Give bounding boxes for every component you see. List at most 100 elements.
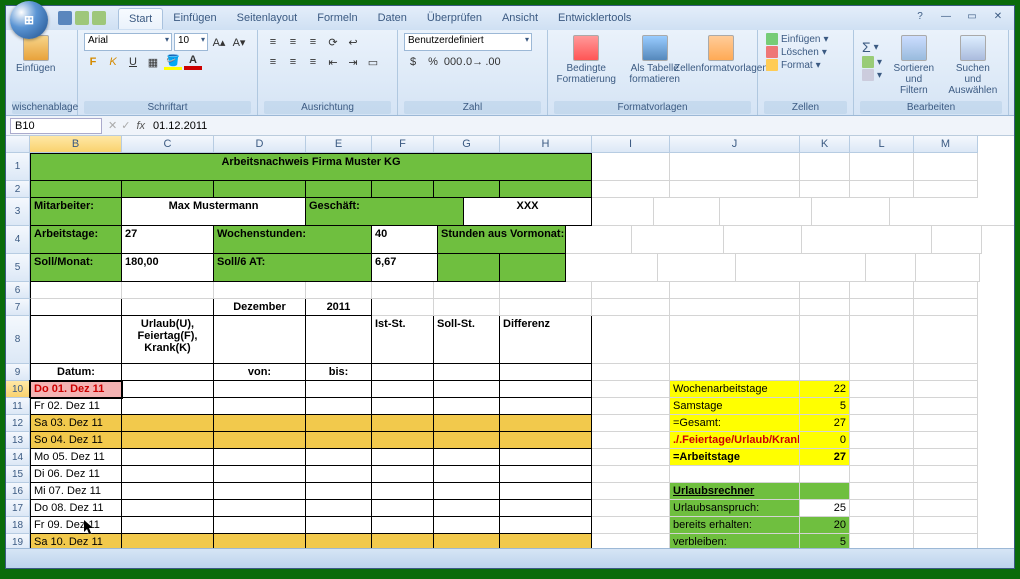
office-button[interactable]: ⊞ <box>10 1 48 39</box>
cell[interactable] <box>214 432 306 449</box>
cell[interactable] <box>30 181 122 198</box>
cell[interactable] <box>800 282 850 299</box>
cell[interactable]: 22 <box>800 381 850 398</box>
cell[interactable] <box>592 500 670 517</box>
cell[interactable] <box>500 534 592 548</box>
cell[interactable] <box>500 466 592 483</box>
cell[interactable] <box>592 449 670 466</box>
cell[interactable] <box>914 364 978 381</box>
cell[interactable] <box>122 500 214 517</box>
cell[interactable] <box>812 198 890 226</box>
cell[interactable] <box>500 500 592 517</box>
cell[interactable] <box>592 466 670 483</box>
cell[interactable] <box>500 282 592 299</box>
orientation-button[interactable]: ⟳ <box>324 33 342 51</box>
paste-button[interactable]: Einfügen <box>12 33 59 76</box>
cell[interactable] <box>372 432 434 449</box>
format-cells-button[interactable]: Format ▾ <box>764 59 831 71</box>
cell[interactable] <box>122 299 214 316</box>
tab-seitenlayout[interactable]: Seitenlayout <box>227 8 308 29</box>
row-header[interactable]: 2 <box>6 181 30 198</box>
cell[interactable] <box>592 198 654 226</box>
column-header[interactable]: L <box>850 136 914 153</box>
cell[interactable] <box>500 449 592 466</box>
cell[interactable] <box>914 153 978 181</box>
cell[interactable] <box>434 517 500 534</box>
close-button[interactable]: ✕ <box>988 11 1008 25</box>
cell[interactable] <box>434 181 500 198</box>
cell[interactable] <box>914 282 978 299</box>
cell[interactable] <box>372 449 434 466</box>
cell[interactable] <box>592 316 670 364</box>
column-header[interactable]: I <box>592 136 670 153</box>
cell[interactable]: von: <box>214 364 306 381</box>
cell[interactable] <box>372 517 434 534</box>
minimize-button[interactable]: — <box>936 11 956 25</box>
cell[interactable] <box>434 500 500 517</box>
cell[interactable] <box>30 282 122 299</box>
cell[interactable] <box>592 364 670 381</box>
cell[interactable] <box>566 254 658 282</box>
cell[interactable] <box>214 381 306 398</box>
cell[interactable]: 0 <box>800 432 850 449</box>
tab-formeln[interactable]: Formeln <box>307 8 367 29</box>
cell[interactable] <box>372 500 434 517</box>
cell[interactable] <box>890 198 1014 226</box>
cell[interactable] <box>306 517 372 534</box>
cell[interactable] <box>914 534 978 548</box>
cell[interactable] <box>914 415 978 432</box>
cell[interactable] <box>306 483 372 500</box>
cell[interactable] <box>306 432 372 449</box>
cell[interactable]: =Gesamt: <box>670 415 800 432</box>
cell[interactable] <box>850 381 914 398</box>
cell[interactable] <box>914 500 978 517</box>
align-center-button[interactable]: ≡ <box>284 53 302 71</box>
cell[interactable] <box>850 483 914 500</box>
cell[interactable]: Fr 02. Dez 11 <box>30 398 122 415</box>
cell-styles-button[interactable]: Zellenformatvorlagen <box>691 33 751 76</box>
cell[interactable] <box>306 466 372 483</box>
cell[interactable] <box>724 226 802 254</box>
qat-undo-icon[interactable] <box>75 11 89 25</box>
cell[interactable] <box>214 415 306 432</box>
cell[interactable] <box>914 517 978 534</box>
cell[interactable] <box>592 534 670 548</box>
maximize-button[interactable]: ▭ <box>962 11 982 25</box>
qat-redo-icon[interactable] <box>92 11 106 25</box>
cell[interactable]: Mo 05. Dez 11 <box>30 449 122 466</box>
column-header[interactable]: C <box>122 136 214 153</box>
cell[interactable] <box>122 449 214 466</box>
cell[interactable]: Soll/Monat: <box>30 254 122 282</box>
cell[interactable] <box>914 181 978 198</box>
cell[interactable]: Max Mustermann <box>122 198 306 226</box>
qat-save-icon[interactable] <box>58 11 72 25</box>
cell[interactable]: Stunden aus Vormonat: <box>438 226 566 254</box>
row-header[interactable]: 7 <box>6 299 30 316</box>
tab-daten[interactable]: Daten <box>368 8 417 29</box>
cell[interactable]: Wochenarbeitstage <box>670 381 800 398</box>
row-header[interactable]: 4 <box>6 226 30 254</box>
align-right-button[interactable]: ≡ <box>304 53 322 71</box>
cell[interactable] <box>372 415 434 432</box>
cell[interactable]: Mi 07. Dez 11 <box>30 483 122 500</box>
wrap-text-button[interactable]: ↩ <box>344 33 362 51</box>
cell[interactable] <box>670 181 800 198</box>
fx-icon[interactable]: fx <box>136 120 145 132</box>
row-header[interactable]: 9 <box>6 364 30 381</box>
cell[interactable] <box>850 432 914 449</box>
cell[interactable] <box>306 181 372 198</box>
cell[interactable] <box>372 282 434 299</box>
cell[interactable] <box>306 398 372 415</box>
cell[interactable] <box>306 415 372 432</box>
cell[interactable] <box>434 483 500 500</box>
cell[interactable] <box>500 432 592 449</box>
row-header[interactable]: 3 <box>6 198 30 226</box>
cell[interactable]: Sa 10. Dez 11 <box>30 534 122 548</box>
find-select-button[interactable]: Suchen und Auswählen <box>944 33 1002 98</box>
cell[interactable]: Do 01. Dez 11 <box>30 381 122 398</box>
cell[interactable] <box>916 254 980 282</box>
border-button[interactable]: ▦ <box>144 53 162 71</box>
cell[interactable] <box>850 415 914 432</box>
cell[interactable] <box>592 398 670 415</box>
cell[interactable] <box>122 282 214 299</box>
